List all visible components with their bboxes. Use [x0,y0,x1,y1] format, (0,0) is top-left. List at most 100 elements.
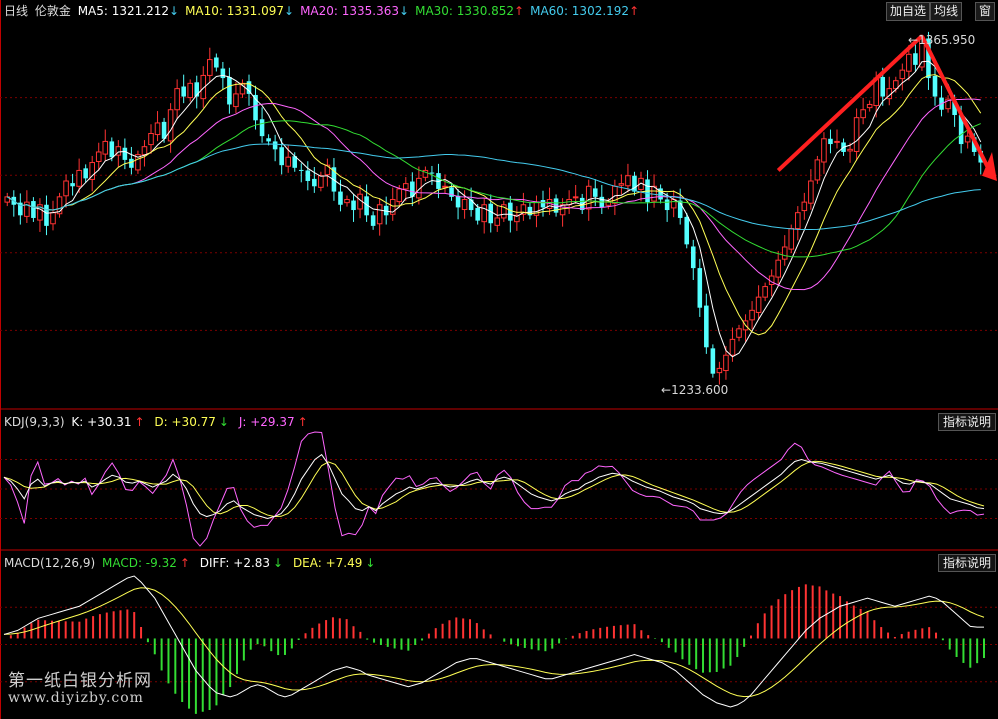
candle-body [259,119,265,137]
down-arrow-icon: ↓ [365,556,376,570]
ma-legend: MA5: 1321.212↓ MA10: 1331.097↓ MA20: 1335.… [78,4,645,18]
candle-body [455,195,461,208]
window-button[interactable]: 窗 [974,2,995,21]
up-arrow-icon: ↑ [134,415,145,429]
candle-body [31,201,36,218]
kdj-j-text: J: +29.37 [238,415,295,429]
kdj-k-text: K: +30.31 [71,415,132,429]
candle-body [220,68,226,79]
candle-body [494,217,501,226]
candle-body [592,188,598,197]
candle-body [122,147,128,160]
dea-value: DEA: +7.49 ↓ [293,556,379,570]
candle-body [207,59,213,76]
candle-body [866,103,873,109]
candle-body [762,286,768,298]
candle-body [351,200,356,211]
trend-down-arrow [920,35,994,177]
candle-body [298,169,304,171]
candle-body [161,121,167,139]
candle-body [76,169,82,187]
candle-body [227,77,232,105]
candle-body [442,185,448,188]
candle-body [376,204,383,225]
period-label: 日线 [4,4,29,18]
up-arrow-icon: ↑ [629,4,640,18]
down-arrow-icon: ↓ [284,4,295,18]
candle-body [540,200,546,208]
ma-legend-item: MA5: 1321.212↓ [77,4,180,18]
candle-body [109,141,115,158]
candle-body [880,77,886,97]
candle-body [338,191,343,205]
candle-body [187,82,193,99]
candlestick-series [4,31,984,385]
ma-legend-item: MA60: 1302.192↑ [530,4,640,18]
candle-body [964,135,971,143]
candle-body [154,122,161,136]
candle-body [788,228,795,250]
high-price-label: ←1365.950 [908,33,976,47]
candle-body [488,203,494,224]
ma10-line [7,74,982,336]
candle-body [181,86,186,97]
candle-body [704,305,709,348]
moving-average-button[interactable]: 均线 [929,2,962,21]
candle-body [312,178,317,187]
candle-body [723,354,729,372]
candle-body [481,204,487,223]
candle-body [50,212,56,225]
candle-body [233,93,239,108]
candle-body [141,146,148,156]
candle-body [167,109,174,142]
candle-body [755,296,762,313]
candle-body [44,204,49,226]
price-header: 日线 伦敦金 MA5: 1321.212↓ MA10: 1331.097↓ MA20… [4,3,648,19]
candle-body [625,175,631,187]
candle-body [70,183,75,187]
candle-body [129,158,134,168]
watermark-url: www.diyizby.com [8,690,144,706]
add-favorite-button[interactable]: 加自选 [885,2,930,21]
macd-title: MACD(12,26,9) [4,556,96,570]
candle-body [821,138,827,163]
symbol-label: 伦敦金 [34,4,71,18]
candle-body [285,156,291,167]
candle-body [834,140,840,143]
macd-histogram [9,584,985,714]
candle-body [148,132,154,146]
candle-body [899,69,906,80]
watermark-title: 第一纸白银分析网 [8,671,152,691]
candle-body [429,172,435,174]
macd-value: MACD: -9.32 ↑ [102,556,193,570]
ma20-line [7,98,981,291]
macd-help-button[interactable]: 指标说明 [937,554,996,572]
candle-body [749,309,755,321]
candle-body [860,109,866,119]
candle-body [572,196,579,199]
down-arrow-icon: ↓ [169,4,180,18]
diff-text: DIFF: +2.83 [199,556,271,570]
candle-body [370,215,376,226]
macd-header: MACD(12,26,9) MACD: -9.32 ↑ DIFF: +2.83 ↓ … [4,555,381,571]
macd-text: MACD: -9.32 [101,556,177,570]
candle-body [318,175,324,188]
candle-body [214,57,219,68]
candle-body [913,53,918,65]
candle-body [795,212,801,230]
candle-body [83,168,88,179]
kdj-title: KDJ(9,3,3) [4,415,65,429]
low-price-label: ←1233.600 [661,383,729,397]
candle-body [585,185,592,210]
candle-body [344,198,350,204]
kdj-k-line [3,453,985,520]
candle-body [618,183,625,186]
candle-body [853,117,860,152]
kdj-j-value: J: +29.37 ↑ [239,415,311,429]
candle-body [808,180,814,204]
candle-body [736,328,742,338]
up-arrow-icon: ↑ [297,415,308,429]
kdj-help-button[interactable]: 指标说明 [937,413,996,431]
candle-body [781,246,788,260]
candle-body [95,151,102,162]
